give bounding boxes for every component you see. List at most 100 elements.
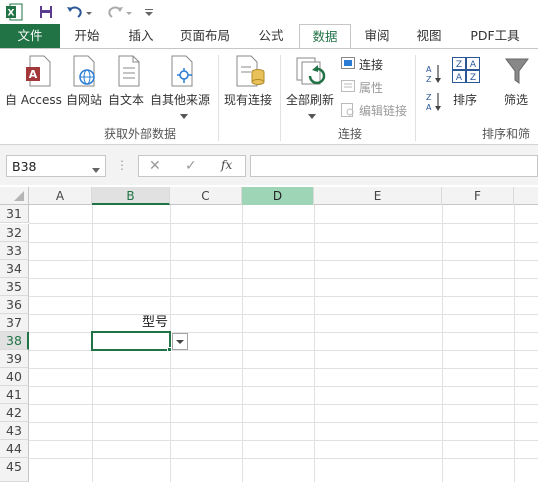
tab-file[interactable]: 文件 bbox=[0, 24, 60, 48]
edit-links-button[interactable]: 编辑链接 bbox=[359, 102, 407, 119]
sort-ascending-icon[interactable]: A Z bbox=[425, 63, 443, 88]
row-header-33[interactable]: 33 bbox=[0, 242, 29, 260]
row-header-35[interactable]: 35 bbox=[0, 278, 29, 296]
properties-button[interactable]: 属性 bbox=[359, 79, 383, 96]
ribbon-data: A 自 Access 自网站 自文本 自其他来源 现有连接 全部刷新 连接 属性… bbox=[0, 48, 538, 145]
save-icon[interactable] bbox=[36, 2, 56, 22]
svg-text:X: X bbox=[8, 9, 15, 19]
row-header-44[interactable]: 44 bbox=[0, 440, 29, 458]
column-header-f[interactable]: F bbox=[442, 187, 514, 205]
tab-home[interactable]: 开始 bbox=[62, 24, 112, 48]
refresh-all-icon bbox=[296, 55, 328, 90]
from-access-button[interactable]: 自 Access bbox=[5, 91, 62, 108]
column-header-e[interactable]: E bbox=[314, 187, 442, 205]
svg-text:Z: Z bbox=[426, 75, 432, 84]
grid-line bbox=[29, 404, 538, 405]
existing-connections-button[interactable]: 现有连接 bbox=[224, 91, 272, 108]
sort-descending-icon[interactable]: Z A bbox=[425, 91, 443, 116]
other-sources-icon bbox=[168, 55, 196, 90]
column-header-c[interactable]: C bbox=[170, 187, 242, 205]
ribbon-tabs: 文件 开始 插入 页面布局 公式 数据 审阅 视图 PDF工具 bbox=[0, 24, 538, 49]
name-box-value: B38 bbox=[12, 159, 37, 174]
group-label-sort-filter: 排序和筛 bbox=[482, 127, 531, 141]
grid-line bbox=[29, 296, 538, 297]
svg-text:Z: Z bbox=[470, 73, 476, 83]
text-file-icon bbox=[115, 55, 143, 90]
grid-line bbox=[29, 458, 538, 459]
sort-button[interactable]: 排序 bbox=[453, 91, 477, 108]
row-header-40[interactable]: 40 bbox=[0, 368, 29, 386]
filter-icon bbox=[505, 57, 529, 88]
group-divider bbox=[280, 55, 281, 141]
worksheet-grid[interactable]: A B C D E F 31 32 33 34 35 36 37 38 39 4… bbox=[0, 187, 538, 482]
group-label-connections: 连接 bbox=[337, 127, 362, 141]
grid-line bbox=[29, 368, 538, 369]
row-header-43[interactable]: 43 bbox=[0, 422, 29, 440]
column-header-b[interactable]: B bbox=[92, 187, 170, 205]
connections-icon bbox=[341, 57, 355, 72]
enter-icon[interactable]: ✓ bbox=[185, 158, 197, 174]
selected-cell-b38[interactable] bbox=[91, 331, 171, 351]
validation-dropdown-button[interactable] bbox=[172, 333, 188, 350]
svg-text:A: A bbox=[426, 65, 432, 74]
chevron-down-icon bbox=[176, 340, 184, 344]
tab-view[interactable]: 视图 bbox=[406, 24, 452, 48]
from-text-button[interactable]: 自文本 bbox=[108, 91, 144, 108]
tab-review[interactable]: 审阅 bbox=[354, 24, 400, 48]
formula-bar-grip-icon: ⋮ bbox=[116, 158, 128, 172]
tab-pdf-tools[interactable]: PDF工具 bbox=[462, 24, 528, 48]
row-header-39[interactable]: 39 bbox=[0, 350, 29, 368]
customize-qat-icon[interactable] bbox=[142, 2, 156, 22]
group-label-external-data: 获取外部数据 bbox=[103, 127, 176, 141]
tab-insert[interactable]: 插入 bbox=[116, 24, 166, 48]
row-header-45[interactable]: 45 bbox=[0, 458, 29, 482]
connections-button[interactable]: 连接 bbox=[359, 56, 383, 73]
row-header-37[interactable]: 37 bbox=[0, 314, 29, 332]
column-headers: A B C D E F bbox=[0, 187, 538, 205]
group-divider bbox=[218, 55, 219, 141]
refresh-all-button[interactable]: 全部刷新 bbox=[286, 91, 334, 108]
svg-text:A: A bbox=[426, 103, 432, 112]
filter-button[interactable]: 筛选 bbox=[504, 91, 528, 108]
grid-line bbox=[29, 278, 538, 279]
quick-access-toolbar: X bbox=[0, 0, 538, 24]
from-web-button[interactable]: 自网站 bbox=[66, 91, 102, 108]
formula-input[interactable] bbox=[250, 155, 538, 177]
name-box-dropdown-icon[interactable] bbox=[92, 163, 100, 177]
formula-bar: B38 ⋮ ✕ ✓ fx bbox=[0, 145, 538, 185]
tab-formulas[interactable]: 公式 bbox=[246, 24, 296, 48]
chevron-down-icon bbox=[308, 109, 316, 123]
chevron-down-icon bbox=[180, 109, 188, 123]
row-header-32[interactable]: 32 bbox=[0, 224, 29, 242]
row-header-34[interactable]: 34 bbox=[0, 260, 29, 278]
svg-text:A: A bbox=[470, 60, 477, 70]
select-all-button[interactable] bbox=[0, 187, 29, 205]
group-divider bbox=[415, 55, 416, 141]
properties-icon bbox=[341, 80, 355, 95]
insert-function-button[interactable]: fx bbox=[221, 158, 232, 172]
excel-logo-icon: X bbox=[4, 2, 24, 22]
access-icon: A bbox=[24, 55, 52, 90]
svg-text:Z: Z bbox=[456, 60, 462, 70]
name-box[interactable]: B38 bbox=[6, 155, 106, 177]
column-header-d[interactable]: D bbox=[242, 187, 314, 205]
sort-icon: Z A A Z bbox=[452, 57, 480, 86]
row-header-38[interactable]: 38 bbox=[0, 332, 29, 350]
undo-icon[interactable] bbox=[64, 2, 94, 22]
redo-icon[interactable] bbox=[104, 2, 134, 22]
cancel-icon[interactable]: ✕ bbox=[149, 158, 161, 174]
row-header-36[interactable]: 36 bbox=[0, 296, 29, 314]
grid-line bbox=[29, 223, 538, 224]
tab-page-layout[interactable]: 页面布局 bbox=[170, 24, 240, 48]
column-header-a[interactable]: A bbox=[29, 187, 92, 205]
grid-line bbox=[29, 422, 538, 423]
from-other-sources-button[interactable]: 自其他来源 bbox=[150, 91, 210, 108]
svg-text:A: A bbox=[456, 73, 463, 83]
tab-data[interactable]: 数据 bbox=[299, 24, 351, 49]
existing-connections-icon bbox=[235, 55, 265, 90]
row-header-41[interactable]: 41 bbox=[0, 386, 29, 404]
row-header-42[interactable]: 42 bbox=[0, 404, 29, 422]
row-header-31[interactable]: 31 bbox=[0, 205, 29, 223]
cell-b37[interactable]: 型号 bbox=[92, 314, 170, 332]
edit-links-icon bbox=[341, 103, 355, 120]
